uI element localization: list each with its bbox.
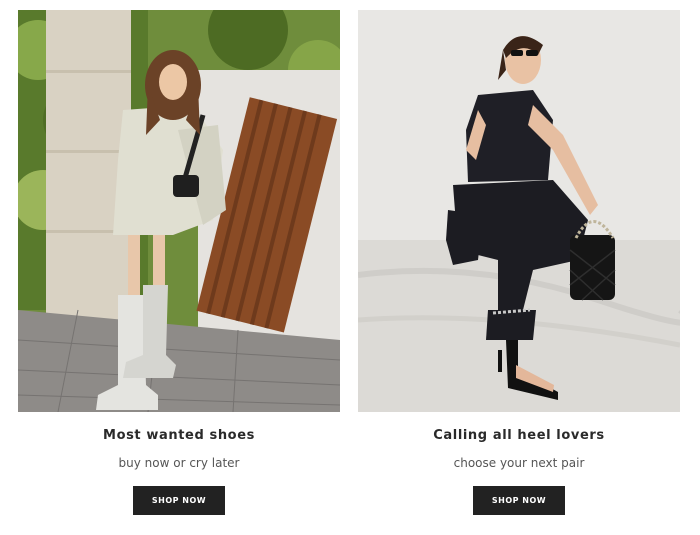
promo-subtitle: buy now or cry later xyxy=(118,456,240,470)
promo-title: Calling all heel lovers xyxy=(433,428,605,443)
promo-title: Most wanted shoes xyxy=(103,428,255,443)
boots-lifestyle-photo[interactable] xyxy=(18,10,340,412)
shop-now-button[interactable]: SHOP NOW xyxy=(473,486,565,515)
promo-subtitle: choose your next pair xyxy=(453,456,585,470)
heels-lifestyle-photo[interactable] xyxy=(358,10,680,412)
shop-now-button[interactable]: SHOP NOW xyxy=(133,486,225,515)
promo-card-boots: Most wanted shoes buy now or cry later S… xyxy=(18,10,340,515)
promo-card-heels: Calling all heel lovers choose your next… xyxy=(358,10,680,515)
